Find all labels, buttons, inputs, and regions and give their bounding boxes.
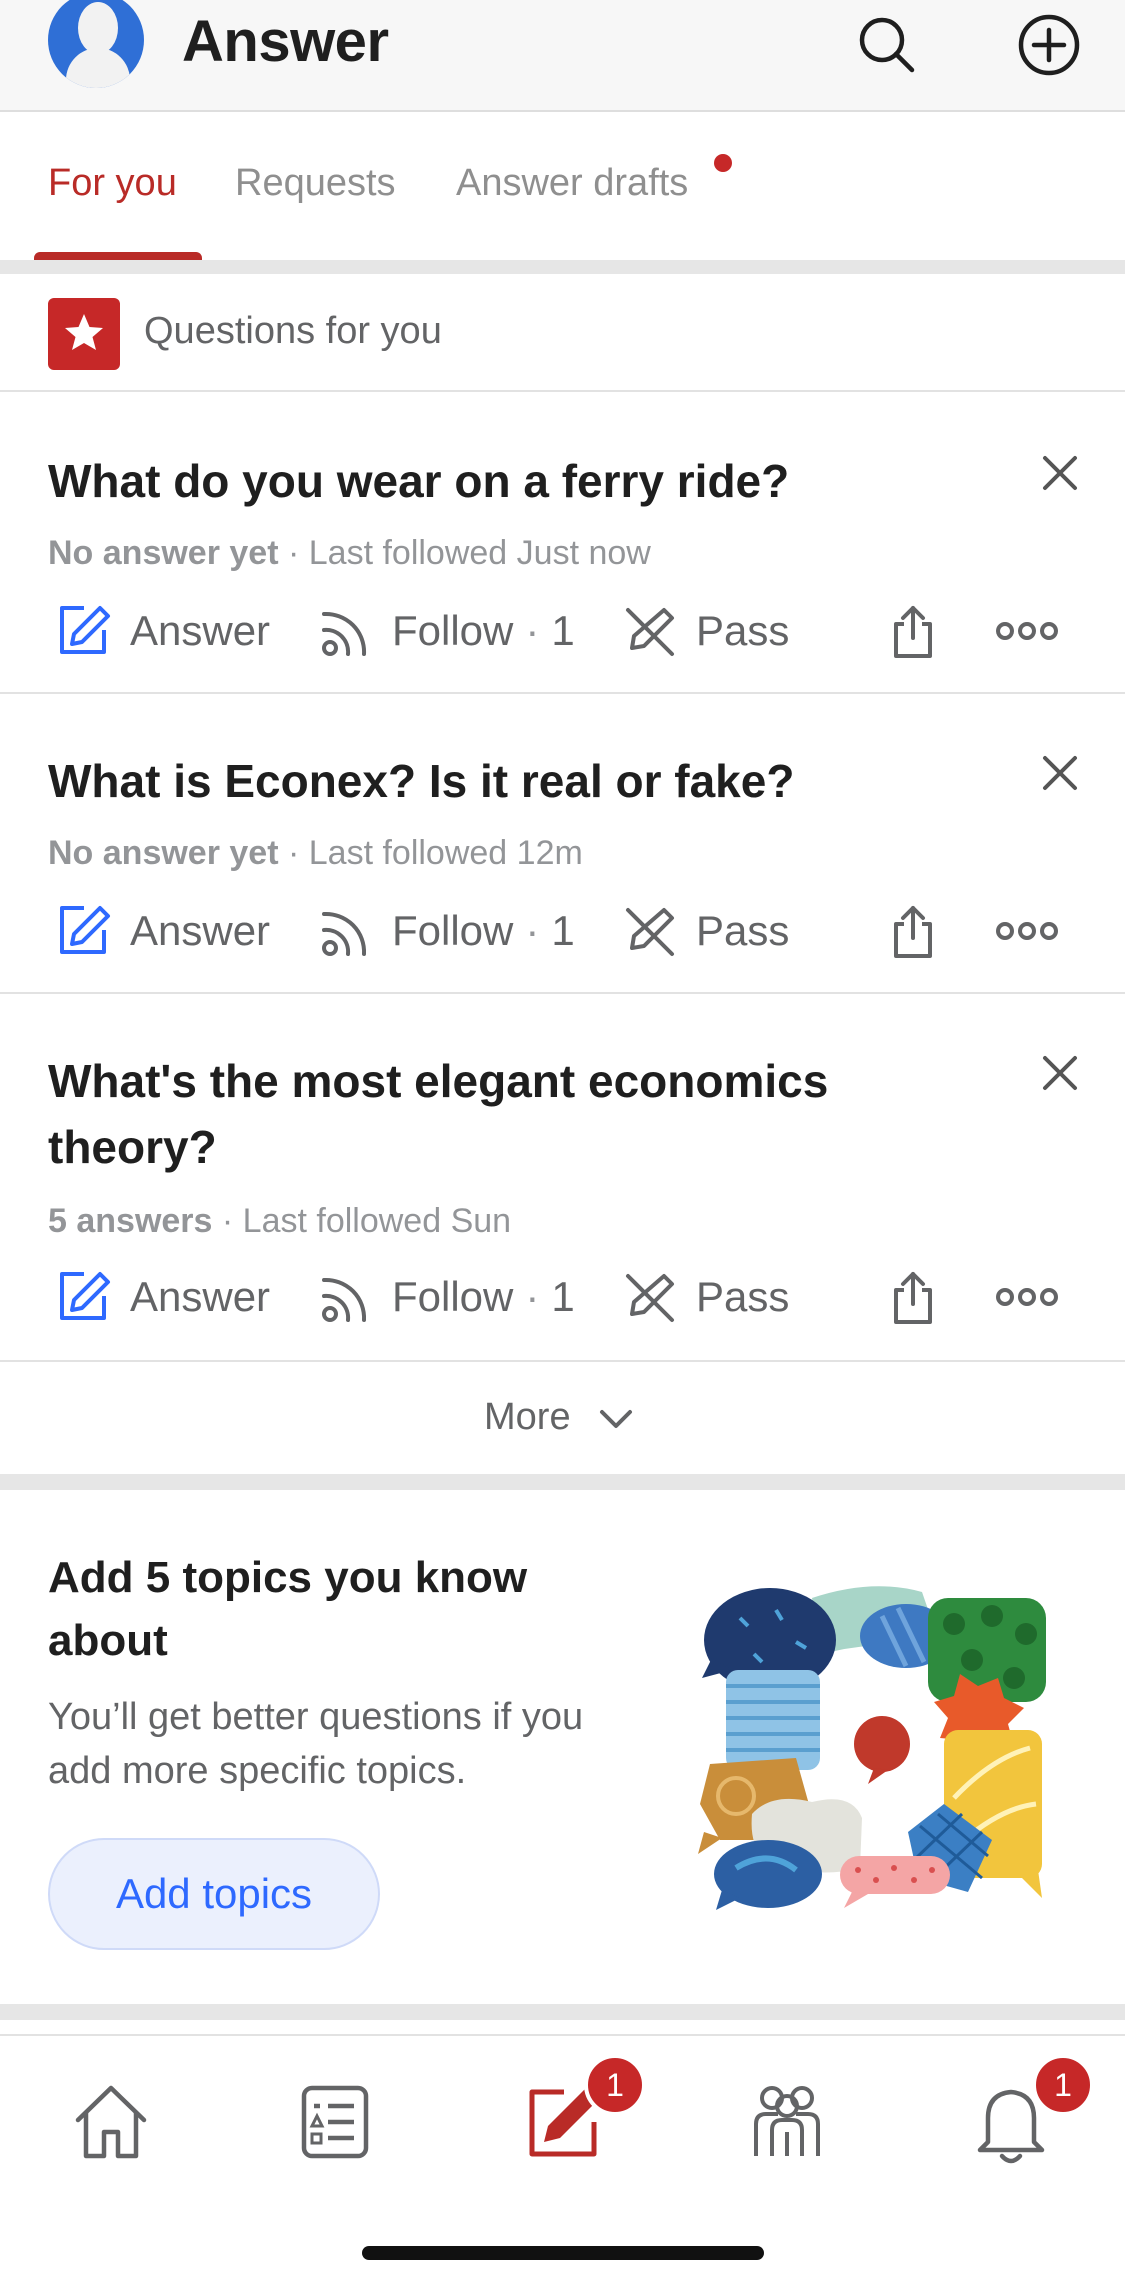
follow-separator: · [525,907,540,954]
notifications-badge: 1 [1032,2054,1094,2116]
answer-status: No answer yet [48,534,279,572]
follow-label: Follow [392,907,514,954]
answer-label: Answer [130,907,271,954]
follow-label: Follow [392,1273,514,1320]
close-icon[interactable] [1035,448,1085,498]
more-label: More [484,1396,571,1438]
add-circle-icon[interactable] [1014,10,1084,80]
chevron-down-icon [600,1410,632,1428]
question-meta: No answer yet · Last followed Just now [48,534,651,573]
home-indicator [362,2246,764,2260]
tab-requests[interactable]: Requests [235,162,396,205]
answer-label: Answer [130,1273,271,1320]
follow-separator: · [525,1273,540,1320]
pencil-square-icon [60,606,110,654]
follow-button[interactable]: Follow · 1 [316,602,575,660]
question-card: What is Econex? Is it real or fake? No a… [0,694,1125,994]
section-label: Questions for you [144,310,442,352]
section-divider [0,1474,1125,1490]
pass-button[interactable]: Pass [620,1268,789,1326]
question-title[interactable]: What is Econex? Is it real or fake? [48,748,975,814]
answer-button[interactable]: Answer [54,902,270,960]
last-followed: · Last followed 12m [287,834,583,872]
avatar-head [78,2,118,54]
follow-count: 1 [551,907,575,954]
pass-label: Pass [696,1273,790,1320]
active-tab-indicator [34,252,202,260]
questions-for-you-header: Questions for you [0,274,1125,392]
share-icon[interactable] [884,902,942,960]
share-icon[interactable] [884,1268,942,1326]
follow-count: 1 [551,607,575,654]
close-icon[interactable] [1035,748,1085,798]
close-icon[interactable] [1035,1048,1085,1098]
drafts-notification-dot [714,154,732,172]
answer-button[interactable]: Answer [54,602,270,660]
question-title[interactable]: What do you wear on a ferry ride? [48,448,975,514]
pass-pencil-icon [626,608,674,656]
answer-status: 5 answers [48,1202,213,1240]
answer-badge: 1 [584,2054,646,2116]
pass-pencil-icon [626,908,674,956]
answer-status: No answer yet [48,834,279,872]
speech-bubbles-illustration [698,1586,1046,1910]
pass-button[interactable]: Pass [620,602,789,660]
question-card: What do you wear on a ferry ride? No ans… [0,392,1125,694]
tab-answer-drafts[interactable]: Answer drafts [456,162,688,205]
answer-tabs: For you Requests Answer drafts [0,112,1125,260]
pass-pencil-icon [626,1274,674,1322]
follow-label: Follow [392,607,514,654]
share-icon[interactable] [884,602,942,660]
section-divider [0,260,1125,274]
more-options-icon[interactable] [996,1284,1058,1310]
pass-label: Pass [696,607,790,654]
topics-card-title: Add 5 topics you know about [48,1553,528,1665]
follow-rss-icon [322,611,367,656]
avatar-body [66,48,130,88]
more-button[interactable]: More [0,1362,1125,1474]
more-options-icon[interactable] [996,618,1058,644]
star-icon [48,298,120,370]
question-meta: 5 answers · Last followed Sun [48,1202,511,1241]
following-icon[interactable] [290,2076,380,2166]
last-followed: · Last followed Just now [287,534,651,572]
follow-rss-icon [322,1277,367,1322]
page-title: Answer [182,9,389,74]
pencil-square-icon [60,906,110,954]
top-bar: Answer [0,0,1125,112]
tab-for-you[interactable]: For you [48,162,177,205]
search-icon[interactable] [852,10,922,80]
follow-separator: · [525,607,540,654]
question-title[interactable]: What's the most elegant economics theory… [48,1048,975,1180]
pass-button[interactable]: Pass [620,902,789,960]
pass-label: Pass [696,907,790,954]
topics-card-description: You’ll get better questions if you add m… [48,1696,584,1792]
follow-count: 1 [551,1273,575,1320]
follow-button[interactable]: Follow · 1 [316,902,575,960]
last-followed: · Last followed Sun [221,1202,512,1240]
add-topics-button[interactable]: Add topics [48,1838,380,1950]
profile-avatar[interactable] [48,0,144,88]
answer-label: Answer [130,607,271,654]
more-options-icon[interactable] [996,918,1058,944]
home-icon[interactable] [66,2076,156,2166]
answer-button[interactable]: Answer [54,1268,270,1326]
spaces-icon[interactable] [742,2076,832,2166]
question-card: What's the most elegant economics theory… [0,994,1125,1362]
follow-rss-icon [322,911,367,956]
follow-button[interactable]: Follow · 1 [316,1268,575,1326]
question-meta: No answer yet · Last followed 12m [48,834,583,873]
section-divider [0,2004,1125,2020]
pencil-square-icon [60,1272,110,1320]
